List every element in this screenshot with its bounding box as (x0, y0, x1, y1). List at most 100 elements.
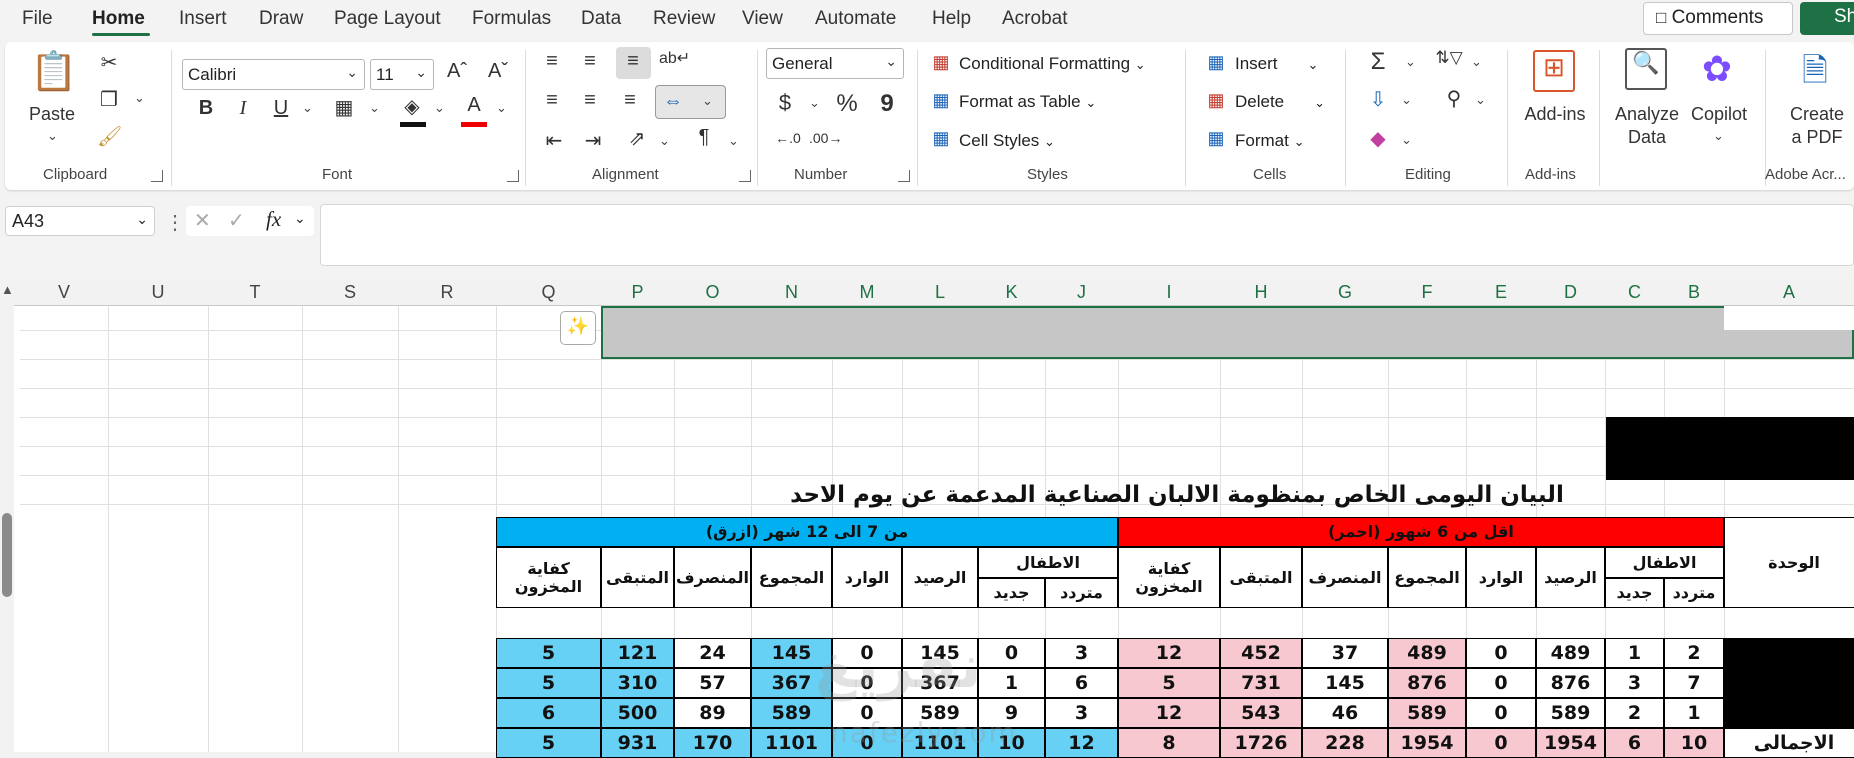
number-launcher-icon[interactable] (898, 170, 910, 182)
scroll-up-icon[interactable]: ▲ (1, 282, 14, 297)
column-header-p[interactable]: P (601, 282, 674, 304)
create-pdf-line1[interactable]: Create (1779, 104, 1854, 125)
orientation-icon[interactable]: ⇗ (623, 126, 651, 151)
copilot-button[interactable]: Copilot (1681, 104, 1757, 125)
increase-indent-icon[interactable]: ⇥ (580, 128, 606, 153)
add-ins-icon[interactable]: ⊞ (1533, 50, 1575, 92)
orientation-dropdown-icon[interactable]: ⌄ (659, 133, 670, 149)
analyze-data-line2[interactable]: Data (1609, 127, 1685, 148)
borders-dropdown-icon[interactable]: ⌄ (369, 100, 380, 116)
format-cells-button[interactable]: Format ⌄ (1235, 131, 1304, 151)
column-header-u[interactable]: U (108, 282, 208, 304)
column-header-n[interactable]: N (751, 282, 832, 304)
sort-filter-icon[interactable]: ⇅▽ (1433, 48, 1465, 68)
align-center-icon[interactable]: ≡ (577, 89, 603, 112)
menu-review[interactable]: Review (653, 8, 715, 30)
find-select-dropdown-icon[interactable]: ⌄ (1475, 92, 1486, 108)
delete-cells-button[interactable]: Delete ⌄ (1235, 92, 1325, 112)
align-left-icon[interactable]: ≡ (539, 89, 565, 112)
column-header-c[interactable]: C (1605, 282, 1664, 304)
enter-icon[interactable]: ✓ (228, 208, 245, 233)
more-options-icon[interactable]: ⋮ (165, 210, 185, 235)
comma-button[interactable]: 9 (877, 90, 897, 118)
decrease-font-icon[interactable]: Aˇ (483, 60, 513, 83)
fill-dropdown-icon[interactable]: ⌄ (1401, 92, 1412, 108)
column-header-m[interactable]: M (832, 282, 902, 304)
format-as-table-button[interactable]: Format as Table ⌄ (959, 92, 1096, 112)
menu-insert[interactable]: Insert (179, 8, 227, 30)
cut-icon[interactable]: ✂ (97, 50, 121, 75)
column-header-f[interactable]: F (1388, 282, 1466, 304)
menu-formulas[interactable]: Formulas (472, 8, 551, 30)
font-name-select[interactable]: Calibri ⌄ (182, 59, 365, 90)
column-header-g[interactable]: G (1302, 282, 1388, 304)
paste-button[interactable]: Paste (27, 104, 77, 125)
column-header-s[interactable]: S (302, 282, 398, 304)
create-pdf-icon[interactable]: 🗎 (1795, 48, 1835, 92)
bold-button[interactable]: B (195, 97, 217, 120)
percent-button[interactable]: % (833, 90, 861, 118)
menu-help[interactable]: Help (932, 8, 971, 30)
italic-button[interactable]: I (232, 97, 254, 120)
fill-icon[interactable]: ⇩ (1365, 87, 1391, 112)
menu-home[interactable]: Home (92, 8, 145, 30)
borders-icon[interactable]: ▦ (331, 95, 357, 120)
font-color-dropdown-icon[interactable]: ⌄ (496, 100, 507, 116)
align-top-icon[interactable]: ≡ (539, 50, 565, 73)
autosum-icon[interactable]: Σ (1365, 48, 1391, 76)
fill-color-icon[interactable]: ◈ (399, 94, 425, 119)
formula-input[interactable] (320, 204, 1854, 266)
format-painter-icon[interactable]: 🖌 (97, 124, 122, 149)
paste-icon[interactable]: 📋 (30, 50, 77, 96)
align-middle-icon[interactable]: ≡ (577, 50, 603, 73)
analyze-data-icon[interactable]: 🔍 (1625, 48, 1667, 90)
insert-cells-button[interactable]: Insert ⌄ (1235, 54, 1318, 74)
underline-button[interactable]: U (269, 97, 293, 120)
font-launcher-icon[interactable] (507, 170, 519, 182)
copilot-dropdown-icon[interactable]: ⌄ (1713, 128, 1724, 144)
column-header-d[interactable]: D (1536, 282, 1605, 304)
decrease-decimal-icon[interactable]: .00→ (809, 130, 842, 146)
column-header-l[interactable]: L (902, 282, 978, 304)
text-direction-icon[interactable]: ¶ (691, 126, 717, 149)
increase-decimal-icon[interactable]: ←.0 (773, 130, 803, 146)
clipboard-launcher-icon[interactable] (151, 170, 163, 182)
conditional-formatting-button[interactable]: Conditional Formatting ⌄ (959, 54, 1146, 74)
scrollbar-thumb[interactable] (2, 513, 12, 597)
cancel-icon[interactable]: ✕ (194, 208, 211, 233)
column-header-a[interactable]: A (1724, 282, 1854, 304)
increase-font-icon[interactable]: Aˆ (442, 60, 472, 83)
fill-color-dropdown-icon[interactable]: ⌄ (434, 100, 445, 116)
menu-acrobat[interactable]: Acrobat (1002, 8, 1067, 30)
menu-data[interactable]: Data (581, 8, 621, 30)
column-header-h[interactable]: H (1220, 282, 1302, 304)
menu-page-layout[interactable]: Page Layout (334, 8, 441, 30)
merge-dropdown-icon[interactable]: ⌄ (702, 93, 713, 109)
column-header-j[interactable]: J (1045, 282, 1118, 304)
selected-range[interactable] (601, 306, 1854, 359)
create-pdf-line2[interactable]: a PDF (1779, 127, 1854, 148)
clear-icon[interactable]: ◆ (1365, 126, 1391, 151)
add-ins-button[interactable]: Add-ins (1517, 104, 1593, 125)
column-header-t[interactable]: T (208, 282, 302, 304)
text-direction-dropdown-icon[interactable]: ⌄ (728, 133, 739, 149)
share-button[interactable]: Sha (1800, 2, 1854, 35)
currency-button[interactable]: $ (775, 90, 795, 116)
copy-icon[interactable]: ❐ (97, 87, 121, 112)
copy-dropdown-icon[interactable]: ⌄ (134, 90, 145, 106)
menu-file[interactable]: File (22, 8, 53, 30)
column-header-q[interactable]: Q (496, 282, 601, 304)
comments-button[interactable]: □ Comments (1643, 2, 1793, 35)
find-select-icon[interactable]: ⚲ (1441, 86, 1467, 111)
column-header-b[interactable]: B (1664, 282, 1724, 304)
alignment-launcher-icon[interactable] (739, 170, 751, 182)
font-size-select[interactable]: 11 ⌄ (370, 59, 434, 90)
currency-dropdown-icon[interactable]: ⌄ (809, 95, 820, 111)
menu-view[interactable]: View (742, 8, 783, 30)
number-format-select[interactable]: General ⌄ (766, 48, 904, 79)
clear-dropdown-icon[interactable]: ⌄ (1401, 132, 1412, 148)
analyze-data-line1[interactable]: Analyze (1609, 104, 1685, 125)
column-header-r[interactable]: R (398, 282, 496, 304)
autosum-dropdown-icon[interactable]: ⌄ (1405, 54, 1416, 70)
column-header-k[interactable]: K (978, 282, 1045, 304)
